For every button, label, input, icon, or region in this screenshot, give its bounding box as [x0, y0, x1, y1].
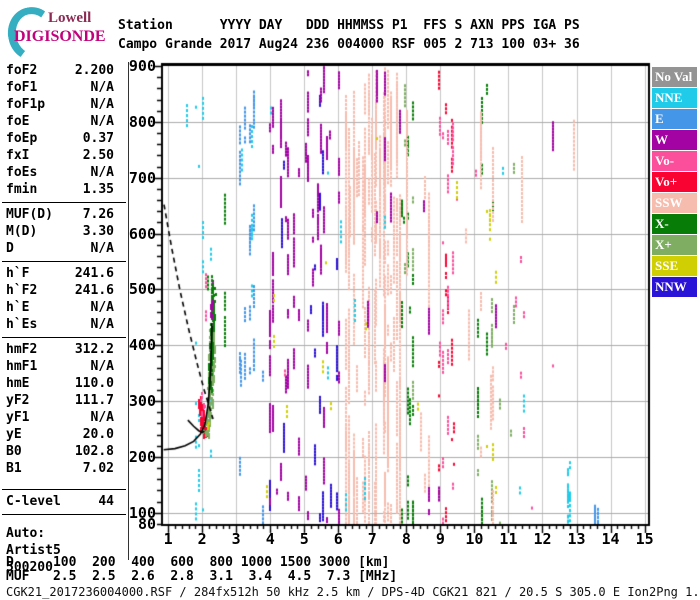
- y-tick-label-400: 400: [128, 336, 156, 355]
- x-tick-label-9: 9: [435, 530, 445, 548]
- param-footer-line: Auto:: [6, 526, 46, 541]
- header-col-yyyy: YYYY 2017: [219, 18, 252, 52]
- bottom-row-d: D 100 200 400 600 800 1000 1500 3000 [km]: [6, 555, 390, 570]
- param-row-b1: B1 7.02: [6, 461, 114, 476]
- param-divider: [2, 514, 126, 515]
- y-tick-label-300: 300: [128, 392, 156, 411]
- param-row-foes: foEs N/A: [6, 165, 114, 180]
- param-row-hes: h`Es N/A: [6, 317, 114, 332]
- legend-item-nnw: NNW: [652, 277, 697, 297]
- x-tick-label-4: 4: [265, 530, 275, 548]
- header-col-ps: PS 36: [564, 18, 580, 52]
- param-row-b0: B0 102.8: [6, 444, 114, 459]
- legend-item-e: E: [652, 109, 697, 129]
- y-tick-label-700: 700: [128, 168, 156, 187]
- param-divider: [2, 489, 126, 490]
- bottom-row-muf: MUF 2.5 2.5 2.6 2.8 3.1 3.4 4.5 7.3 [MHz]: [6, 569, 398, 584]
- param-divider: [2, 261, 126, 262]
- x-tick-label-8: 8: [401, 530, 411, 548]
- param-row-hme: hmE 110.0: [6, 376, 114, 391]
- param-row-he: h`E N/A: [6, 300, 114, 315]
- x-tick-label-5: 5: [299, 530, 309, 548]
- param-divider: [2, 202, 126, 203]
- legend-item-vo: Vo+: [652, 172, 697, 192]
- legend-item-sse: SSE: [652, 256, 697, 276]
- legend-item-x: X-: [652, 214, 697, 234]
- legend-item-ssw: SSW: [652, 193, 697, 213]
- lowell-digisonde-logo: Lowell DIGISONDE: [2, 2, 116, 66]
- ionogram-app: Lowell DIGISONDE Station Campo Grande YYYY…: [0, 0, 700, 600]
- x-tick-label-14: 14: [601, 530, 620, 548]
- param-row-foe: foE N/A: [6, 114, 114, 129]
- x-tick-label-6: 6: [333, 530, 343, 548]
- header-col-hhmmss: HHMMSS 004000: [337, 18, 385, 52]
- legend-item-x: X+: [652, 235, 697, 255]
- header-col-day: DAY Aug24: [258, 18, 298, 52]
- header-col-ffs: FFS 005: [423, 18, 447, 52]
- param-row-hf: h`F 241.6: [6, 266, 114, 281]
- param-row-hmf2: hmF2 312.2: [6, 342, 114, 357]
- status-line: CGK21_2017236004000.RSF / 284fx512h 50 k…: [6, 585, 700, 599]
- param-row-fof2: foF2 2.200: [6, 63, 114, 78]
- parameter-panel: foF2 2.200 foF1 N/A foF1p N/A foE N/A foEp 0.37 fx…: [2, 62, 126, 576]
- param-divider: [2, 337, 126, 338]
- legend-item-w: W: [652, 130, 697, 150]
- param-row-hf2: h`F2 241.6: [6, 283, 114, 298]
- x-tick-label-7: 7: [367, 530, 377, 548]
- legend-item-noval: No Val: [652, 67, 697, 87]
- x-tick-label-3: 3: [231, 530, 241, 548]
- y-tick-label-900: 900: [128, 57, 156, 75]
- header-measurement-table: Station Campo Grande YYYY 2017 DAY Aug24 DDD 23…: [118, 16, 587, 54]
- x-tick-label-11: 11: [499, 530, 518, 548]
- param-row-fof1p: foF1p N/A: [6, 97, 114, 112]
- header-col-s: S2: [454, 18, 463, 52]
- header-col-pps: PPS 100: [501, 18, 525, 52]
- header-col-station: Station Campo Grande: [118, 18, 212, 52]
- legend-item-vo: Vo-: [652, 151, 697, 171]
- y-tick-label-500: 500: [128, 280, 156, 299]
- logo-lowell-text: Lowell: [48, 10, 92, 26]
- legend-item-nne: NNE: [652, 88, 697, 108]
- d-muf-table: D 100 200 400 600 800 1000 1500 3000 [km] MUF 2.5 2.…: [6, 556, 397, 584]
- param-row-yf1: yF1 N/A: [6, 410, 114, 425]
- y-tick-label-200: 200: [128, 447, 156, 466]
- param-row-fof1: foF1 N/A: [6, 80, 114, 95]
- param-row-fxi: fxI 2.50: [6, 148, 114, 163]
- param-row-hmf1: hmF1 N/A: [6, 359, 114, 374]
- header-col-p1: P1 RSF: [391, 18, 416, 52]
- param-row-foep: foEp 0.37: [6, 131, 114, 146]
- param-row-md: M(D) 3.30: [6, 224, 114, 239]
- param-row-ye: yE 20.0: [6, 427, 114, 442]
- panel-plot-divider: [128, 62, 129, 560]
- echo-direction-legend: No Val NNE E W Vo- Vo+ SSW X- X+ SSE NNW: [652, 67, 698, 298]
- y-tick-label-800: 800: [128, 112, 156, 131]
- param-row-clevel: C-level 44: [6, 494, 114, 509]
- param-row-yf2: yF2 111.7: [6, 393, 114, 408]
- header-col-iga: IGA 03+: [532, 18, 557, 52]
- x-tick-label-1: 1: [163, 530, 173, 548]
- param-row-mufd: MUF(D) 7.26: [6, 207, 114, 222]
- x-tick-label-10: 10: [465, 530, 484, 548]
- x-tick-label-15: 15: [635, 530, 654, 548]
- header-col-ddd: DDD 236: [305, 18, 330, 52]
- param-row-fmin: fmin 1.35: [6, 182, 114, 197]
- x-tick-label-13: 13: [567, 530, 586, 548]
- x-tick-label-12: 12: [533, 530, 552, 548]
- param-row-d: D N/A: [6, 241, 114, 256]
- header-col-axn: AXN 713: [470, 18, 494, 52]
- y-tick-label-600: 600: [128, 224, 156, 243]
- y-tick-label-80: 80: [137, 515, 156, 533]
- x-tick-label-2: 2: [197, 530, 207, 548]
- logo-digisonde-text: DIGISONDE: [14, 28, 106, 45]
